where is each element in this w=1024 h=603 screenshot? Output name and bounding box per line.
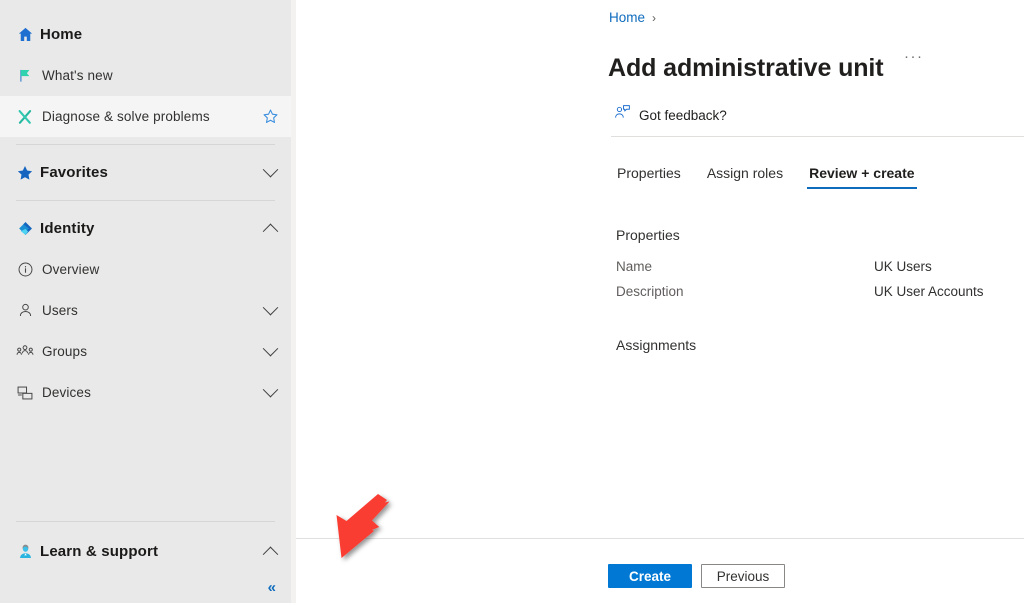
entra-diamond-icon xyxy=(10,220,40,237)
wizard-tabs: Properties Assign roles Review + create xyxy=(615,163,918,189)
chevron-down-icon[interactable] xyxy=(257,339,283,365)
home-icon xyxy=(10,26,40,43)
more-options-button[interactable]: ··· xyxy=(900,46,928,67)
collapse-sidebar-button[interactable]: « xyxy=(268,580,276,595)
breadcrumb-separator-icon: › xyxy=(652,10,657,25)
property-value-name: UK Users xyxy=(874,259,932,274)
sidebar-divider-1 xyxy=(16,144,275,145)
breadcrumb: Home › xyxy=(609,10,656,25)
page-title: Add administrative unit xyxy=(608,53,884,82)
favorite-star-icon[interactable] xyxy=(257,104,283,130)
left-navigation-sidebar: Home What's new Diagnose & solve problem… xyxy=(0,0,291,603)
chevron-up-icon[interactable] xyxy=(257,539,283,565)
footer-divider xyxy=(296,538,1024,539)
chevron-down-icon[interactable] xyxy=(257,298,283,324)
azure-portal-window: Home What's new Diagnose & solve problem… xyxy=(0,0,1024,603)
group-icon xyxy=(10,343,40,361)
sidebar-divider-3 xyxy=(16,521,275,522)
sidebar-item-learn-support[interactable]: Learn & support xyxy=(0,531,291,572)
tab-properties[interactable]: Properties xyxy=(615,163,683,189)
properties-section-heading: Properties xyxy=(616,227,680,243)
previous-button[interactable]: Previous xyxy=(701,564,785,588)
sidebar-item-identity[interactable]: Identity xyxy=(0,208,291,249)
property-label-name: Name xyxy=(616,259,653,274)
sidebar-item-whats-new[interactable]: What's new xyxy=(0,55,291,96)
sidebar-item-groups-label: Groups xyxy=(42,344,88,359)
got-feedback-label: Got feedback? xyxy=(639,107,727,123)
sidebar-item-diagnose-solve-problems[interactable]: Diagnose & solve problems xyxy=(0,96,291,137)
chevron-down-icon[interactable] xyxy=(257,160,283,186)
chevron-down-icon[interactable] xyxy=(257,380,283,406)
sidebar-item-home[interactable]: Home xyxy=(0,14,291,55)
sidebar-item-home-label: Home xyxy=(40,26,83,43)
wrench-screwdriver-icon xyxy=(10,108,40,126)
content-area: Home › Add administrative unit ··· Got f… xyxy=(291,0,1024,603)
info-circle-icon xyxy=(10,261,40,278)
sidebar-item-identity-label: Identity xyxy=(40,220,95,237)
create-button[interactable]: Create xyxy=(608,564,692,588)
tab-review-create[interactable]: Review + create xyxy=(807,163,918,189)
sidebar-item-devices-label: Devices xyxy=(42,385,91,400)
property-label-description: Description xyxy=(616,284,684,299)
star-icon xyxy=(10,164,40,182)
feedback-person-icon xyxy=(614,104,631,126)
sidebar-item-diagnose-label: Diagnose & solve problems xyxy=(42,109,210,124)
sidebar-item-overview-label: Overview xyxy=(42,262,100,277)
footer-actions: Create Previous xyxy=(608,564,785,588)
command-bar-divider xyxy=(611,136,1024,137)
support-agent-icon xyxy=(10,543,40,560)
sidebar-item-overview[interactable]: Overview xyxy=(0,249,291,290)
sidebar-divider-2 xyxy=(16,200,275,201)
add-administrative-unit-blade: Home › Add administrative unit ··· Got f… xyxy=(296,0,1024,603)
chevron-up-icon[interactable] xyxy=(257,216,283,242)
assignments-section-heading: Assignments xyxy=(616,337,697,353)
property-value-description: UK User Accounts xyxy=(874,284,984,299)
sidebar-item-groups[interactable]: Groups xyxy=(0,331,291,372)
tab-assign-roles[interactable]: Assign roles xyxy=(705,163,785,189)
sidebar-item-favorites[interactable]: Favorites xyxy=(0,152,291,193)
sidebar-item-learn-support-label: Learn & support xyxy=(40,543,159,560)
learn-support-row: Learn & support xyxy=(0,531,291,572)
person-icon xyxy=(10,302,40,319)
sidebar-item-whats-new-label: What's new xyxy=(42,68,113,83)
sidebar-item-devices[interactable]: Devices xyxy=(0,372,291,413)
sidebar-item-favorites-label: Favorites xyxy=(40,164,109,181)
breadcrumb-home-link[interactable]: Home xyxy=(609,10,645,25)
sidebar-item-users[interactable]: Users xyxy=(0,290,291,331)
sidebar-item-users-label: Users xyxy=(42,303,78,318)
devices-icon xyxy=(10,384,40,402)
flag-icon xyxy=(10,67,40,84)
got-feedback-button[interactable]: Got feedback? xyxy=(614,104,727,126)
